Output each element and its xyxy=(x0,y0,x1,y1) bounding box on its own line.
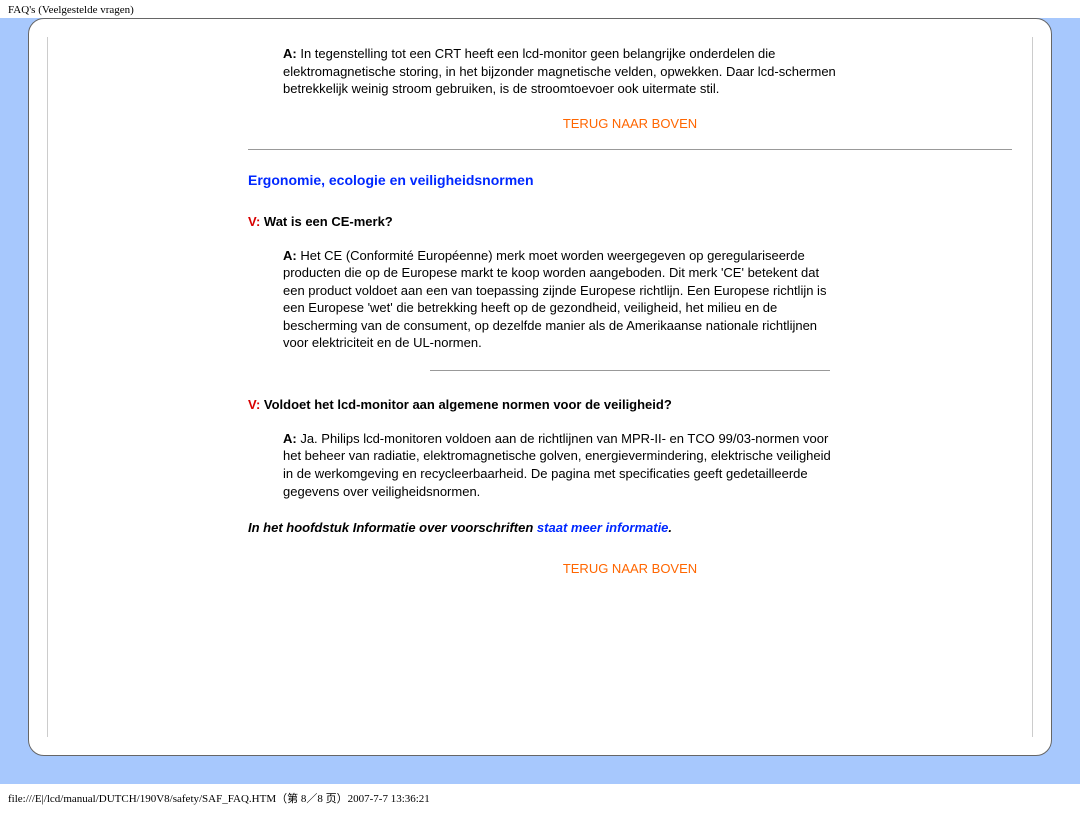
answer-text-1: In tegenstelling tot een CRT heeft een l… xyxy=(283,46,836,96)
footer-path: file:///E|/lcd/manual/DUTCH/190V8/safety… xyxy=(0,784,1080,812)
answer-label: A: xyxy=(283,431,297,446)
back-to-top-link[interactable]: TERUG NAAR BOVEN xyxy=(248,116,1012,131)
answer-block-1: A: In tegenstelling tot een CRT heeft ee… xyxy=(283,45,843,98)
section-heading: Ergonomie, ecologie en veiligheidsnormen xyxy=(248,172,1012,188)
question-text-2: Wat is een CE-merk? xyxy=(260,214,392,229)
note-suffix: . xyxy=(668,520,672,535)
answer-label: A: xyxy=(283,248,297,263)
question-label: V: xyxy=(248,214,260,229)
more-info-link[interactable]: staat meer informatie xyxy=(537,520,669,535)
answer-block-2: A: Het CE (Conformité Européenne) merk m… xyxy=(283,247,843,352)
answer-block-3: A: Ja. Philips lcd-monitoren voldoen aan… xyxy=(283,430,843,500)
content-column: A: In tegenstelling tot een CRT heeft ee… xyxy=(248,37,1012,576)
page-background: A: In tegenstelling tot een CRT heeft ee… xyxy=(0,18,1080,784)
info-note: In het hoofdstuk Informatie over voorsch… xyxy=(248,520,1012,535)
short-divider xyxy=(430,370,830,371)
back-to-top-link[interactable]: TERUG NAAR BOVEN xyxy=(248,561,1012,576)
page-browser-title: FAQ's (Veelgestelde vragen) xyxy=(0,0,1080,18)
content-inner: A: In tegenstelling tot een CRT heeft ee… xyxy=(47,37,1033,737)
question-2: V: Wat is een CE-merk? xyxy=(248,214,1012,229)
question-3: V: Voldoet het lcd-monitor aan algemene … xyxy=(248,397,1012,412)
question-text-3: Voldoet het lcd-monitor aan algemene nor… xyxy=(260,397,672,412)
content-panel: A: In tegenstelling tot een CRT heeft ee… xyxy=(28,18,1052,756)
question-label: V: xyxy=(248,397,260,412)
divider xyxy=(248,149,1012,150)
answer-text-2: Het CE (Conformité Européenne) merk moet… xyxy=(283,248,826,351)
answer-text-3: Ja. Philips lcd-monitoren voldoen aan de… xyxy=(283,431,831,499)
answer-label: A: xyxy=(283,46,297,61)
note-prefix: In het hoofdstuk Informatie over voorsch… xyxy=(248,520,537,535)
